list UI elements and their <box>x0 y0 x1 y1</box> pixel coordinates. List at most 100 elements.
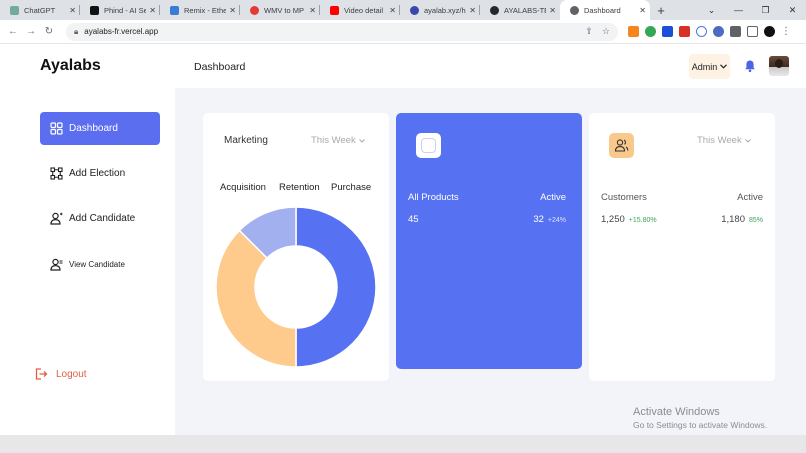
products-card: All Products Active 45 32 +24% <box>396 113 582 369</box>
sidebar-item-label: Add Election <box>69 168 126 179</box>
grid-icon <box>50 122 63 135</box>
tab-title: WMV to MP <box>264 5 305 15</box>
share-icon[interactable]: ⇪ <box>585 26 593 37</box>
election-icon <box>50 167 63 180</box>
sidebar-item-add-candidate[interactable]: Add Candidate <box>40 202 160 235</box>
reload-icon[interactable]: ↻ <box>40 26 58 37</box>
puzzle-icon[interactable] <box>730 26 741 37</box>
users-icon <box>609 133 634 158</box>
browser-tab-strip: ChatGPT ✕ Phind - AI Se ✕ Remix - Ethe ✕ WM… <box>0 0 806 20</box>
forward-icon[interactable]: → <box>22 26 40 37</box>
browser-tab[interactable]: Phind - AI Se ✕ <box>80 0 160 20</box>
tab-title: Remix - Ethe <box>184 5 227 15</box>
tab-title: Phind - AI Se <box>104 5 147 15</box>
brand-logo[interactable]: Ayalabs <box>40 57 101 75</box>
phind-icon <box>90 5 99 15</box>
extension-icon[interactable] <box>679 26 690 37</box>
address-bar[interactable]: 🔒︎ ayalabs-fr.vercel.app ⇪ ☆ <box>66 22 618 41</box>
window-controls: ⌄ — ❐ ✕ <box>698 0 806 20</box>
bell-icon[interactable] <box>743 59 757 73</box>
tab-title: Dashboard <box>584 5 621 15</box>
close-icon[interactable]: ✕ <box>549 6 556 15</box>
tab-search-icon[interactable]: ⌄ <box>698 5 725 16</box>
bookmark-star-icon[interactable]: ☆ <box>602 26 610 37</box>
period-dropdown[interactable]: This Week <box>311 135 365 146</box>
user-icon <box>50 212 63 225</box>
browser-tab[interactable]: Video detail ✕ <box>320 0 400 20</box>
logout-button[interactable]: Logout <box>34 367 87 381</box>
lock-icon[interactable]: 🔒︎ <box>74 27 78 37</box>
browser-toolbar: ← → ↻ 🔒︎ ayalabs-fr.vercel.app ⇪ ☆ ⋮ <box>0 20 806 44</box>
user-icon <box>50 258 63 271</box>
products-growth: +24% <box>547 217 566 224</box>
watermark-line1: Activate Windows <box>633 406 720 418</box>
browser-tab[interactable]: ChatGPT ✕ <box>0 0 80 20</box>
extension-icon[interactable] <box>713 26 724 37</box>
minimize-icon[interactable]: — <box>725 5 752 15</box>
close-icon[interactable]: ✕ <box>639 6 646 15</box>
browser-tab[interactable]: ayalab.xyz/h ✕ <box>400 0 480 20</box>
back-icon[interactable]: ← <box>4 26 22 37</box>
main-content: Marketing This Week Acquisition Retentio… <box>175 88 806 435</box>
side-panel-icon[interactable] <box>747 26 758 37</box>
browser-tab-active[interactable]: Dashboard ✕ <box>560 0 650 20</box>
period-label: This Week <box>697 135 742 146</box>
browser-tab[interactable]: Remix - Ethe ✕ <box>160 0 240 20</box>
close-icon[interactable]: ✕ <box>469 6 476 15</box>
converter-icon <box>250 5 259 15</box>
close-icon[interactable]: ✕ <box>149 6 156 15</box>
products-status: Active <box>540 192 566 203</box>
customers-label: Customers <box>601 192 647 203</box>
browser-tab[interactable]: AYALABS-TE ✕ <box>480 0 560 20</box>
close-icon[interactable]: ✕ <box>389 6 396 15</box>
customers-growth: +15.80% <box>628 217 657 224</box>
extensions-bar: ⋮ <box>628 26 791 37</box>
bottom-bar <box>0 435 806 453</box>
tab-title: ayalab.xyz/h <box>424 5 466 15</box>
sidebar-item-label: Add Candidate <box>69 213 136 224</box>
sidebar-item-label: Dashboard <box>69 123 118 134</box>
menu-kebab-icon[interactable]: ⋮ <box>781 26 791 37</box>
browser-tab[interactable]: WMV to MP ✕ <box>240 0 320 20</box>
customers-active: 1,180 85% <box>721 214 763 225</box>
new-tab-button[interactable]: + <box>650 0 672 20</box>
ayalab-icon <box>410 5 419 15</box>
chevron-down-icon <box>358 138 365 143</box>
close-icon[interactable]: ✕ <box>309 6 316 15</box>
chevron-down-icon <box>720 64 728 69</box>
legend-retention: Retention <box>279 182 320 193</box>
sidebar-item-view-candidate[interactable]: View Candidate <box>40 248 160 281</box>
legend-purchase: Purchase <box>331 182 372 193</box>
app: Ayalabs Dashboard Admin Dashboard Add El… <box>0 45 806 435</box>
close-icon[interactable]: ✕ <box>69 6 76 15</box>
metamask-icon[interactable] <box>628 26 639 37</box>
chatgpt-icon <box>10 5 19 15</box>
products-label: All Products <box>408 192 459 203</box>
extension-icon[interactable] <box>645 26 656 37</box>
sidebar-item-dashboard[interactable]: Dashboard <box>40 112 160 145</box>
period-dropdown[interactable]: This Week <box>697 135 751 146</box>
globe-icon <box>570 5 579 15</box>
logout-icon <box>35 368 48 380</box>
marketing-title: Marketing <box>224 135 268 146</box>
remix-icon <box>170 5 179 15</box>
close-icon[interactable]: ✕ <box>229 6 236 15</box>
sidebar-item-add-election[interactable]: Add Election <box>40 157 160 190</box>
youtube-icon <box>330 5 339 15</box>
extension-icon[interactable] <box>696 26 707 37</box>
tab-title: ChatGPT <box>24 5 56 15</box>
legend-acquisition: Acquisition <box>220 182 266 193</box>
products-icon <box>416 133 441 158</box>
maximize-icon[interactable]: ❐ <box>752 5 779 16</box>
avatar[interactable] <box>769 56 789 76</box>
products-active: 32 +24% <box>533 214 566 225</box>
profile-icon[interactable] <box>764 26 775 37</box>
customers-total: 1,250 +15.80% <box>601 214 657 225</box>
admin-dropdown[interactable]: Admin <box>689 54 730 79</box>
customers-status: Active <box>737 192 763 203</box>
donut-slice-retention <box>215 229 297 368</box>
extension-icon[interactable] <box>662 26 673 37</box>
close-window-icon[interactable]: ✕ <box>779 5 806 16</box>
customers-card: This Week Customers Active 1,250 +15.80% … <box>589 113 775 381</box>
marketing-donut-chart <box>215 206 377 368</box>
